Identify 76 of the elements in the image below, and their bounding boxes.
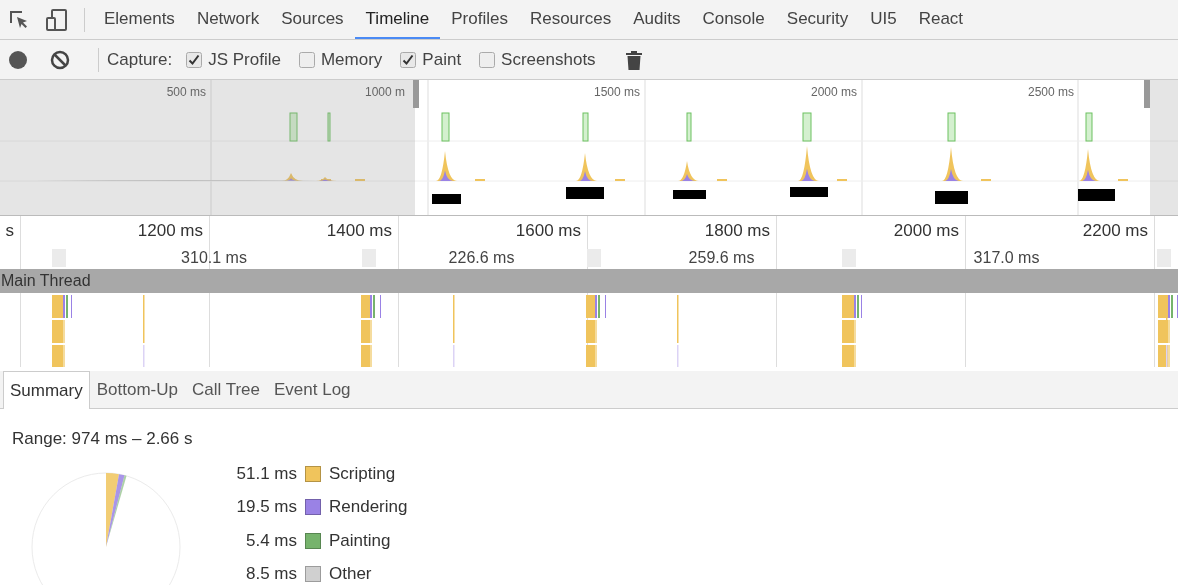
checkbox-label[interactable]: Memory — [320, 49, 383, 70]
frame-duration: 317.0 ms — [972, 248, 1041, 268]
thread-title: Main Thread — [1, 272, 91, 290]
panel-tab[interactable]: Sources — [270, 0, 355, 39]
checkbox[interactable] — [298, 51, 315, 68]
checkbox[interactable] — [400, 51, 417, 68]
time-tick: 1800 ms — [703, 221, 771, 241]
paint-event-marker — [327, 112, 331, 142]
redacted-thumbnail — [790, 187, 828, 197]
duration-value: 8.5 ms — [244, 565, 297, 584]
redacted-thumbnail — [566, 187, 604, 199]
frame-marker[interactable] — [587, 249, 601, 267]
range-label: Range: 974 ms – 2.66 s — [12, 429, 194, 449]
category-label: Other — [329, 565, 373, 584]
checkbox-label[interactable]: JS Profile — [208, 49, 281, 70]
panel-tab[interactable]: Network — [185, 0, 271, 39]
time-tick: 2000 ms — [892, 221, 960, 241]
panel-tab[interactable]: Console — [691, 0, 776, 39]
checkbox[interactable] — [479, 51, 496, 68]
paint-event-marker — [582, 112, 589, 142]
device-mode-icon[interactable] — [46, 7, 68, 32]
time-tick: 1200 ms — [136, 221, 204, 241]
time-tick: 1600 ms — [514, 221, 582, 241]
time-tick: 1500 ms — [592, 85, 641, 99]
range-handle[interactable] — [413, 80, 419, 108]
panel-tab[interactable]: Profiles — [440, 0, 519, 39]
duration-value: 5.4 ms — [244, 531, 297, 550]
trash-icon[interactable] — [625, 49, 642, 70]
paint-event-marker — [289, 112, 298, 142]
time-tick: 1000 m — [363, 85, 406, 99]
panel-tab[interactable]: React — [907, 0, 975, 39]
event-bar[interactable] — [586, 345, 595, 367]
frame-duration: 226.6 ms — [447, 248, 516, 268]
record-icon[interactable] — [8, 49, 28, 70]
panel-tab[interactable]: Audits — [622, 0, 692, 39]
panel-tab[interactable]: UI5 — [859, 0, 908, 39]
time-tick: 2500 ms — [1026, 85, 1075, 99]
duration-value: 19.5 ms — [235, 498, 297, 517]
checkbox[interactable] — [186, 51, 203, 68]
frame-duration: 259.6 ms — [687, 248, 756, 268]
clear-icon[interactable] — [50, 49, 70, 70]
duration-value: 51.1 ms — [235, 464, 297, 483]
checkbox-label[interactable]: Paint — [422, 49, 462, 70]
panel-tab[interactable]: Resources — [518, 0, 623, 39]
redacted-thumbnail — [673, 190, 706, 199]
range-handle[interactable] — [1144, 80, 1150, 108]
view-tab[interactable]: Event Log — [267, 371, 358, 408]
frame-duration: 310.1 ms — [180, 248, 248, 268]
paint-event-marker — [947, 112, 956, 142]
capture-label: Capture: — [107, 49, 173, 70]
cpu-activity-peak — [678, 161, 699, 181]
event-bar[interactable] — [842, 345, 854, 367]
time-tick: 1400 ms — [325, 221, 393, 241]
inspect-element-icon[interactable] — [8, 8, 30, 31]
view-tab[interactable]: Summary — [3, 371, 90, 409]
time-tick: 500 ms — [165, 85, 207, 99]
paint-event-marker — [1085, 112, 1093, 142]
paint-event-marker — [441, 112, 450, 142]
panel-tab[interactable]: Security — [775, 0, 860, 39]
category-label: Scripting — [329, 464, 397, 483]
redacted-thumbnail — [935, 191, 968, 204]
event-bar[interactable] — [361, 345, 370, 367]
checkbox-label[interactable]: Screenshots — [501, 49, 596, 70]
time-tick: 2000 ms — [809, 85, 858, 99]
event-bar[interactable] — [52, 345, 63, 367]
view-tab[interactable]: Call Tree — [185, 371, 267, 408]
panel-tab[interactable]: Elements — [93, 0, 186, 39]
category-label: Rendering — [329, 498, 408, 517]
view-tab[interactable]: Bottom-Up — [89, 371, 185, 408]
redacted-thumbnail — [432, 194, 461, 204]
redacted-thumbnail — [1078, 189, 1115, 201]
paint-event-marker — [686, 112, 692, 142]
time-tick: s — [4, 221, 15, 241]
category-label: Painting — [329, 531, 392, 550]
time-tick: 2200 ms — [1081, 221, 1149, 241]
paint-event-marker — [802, 112, 812, 142]
